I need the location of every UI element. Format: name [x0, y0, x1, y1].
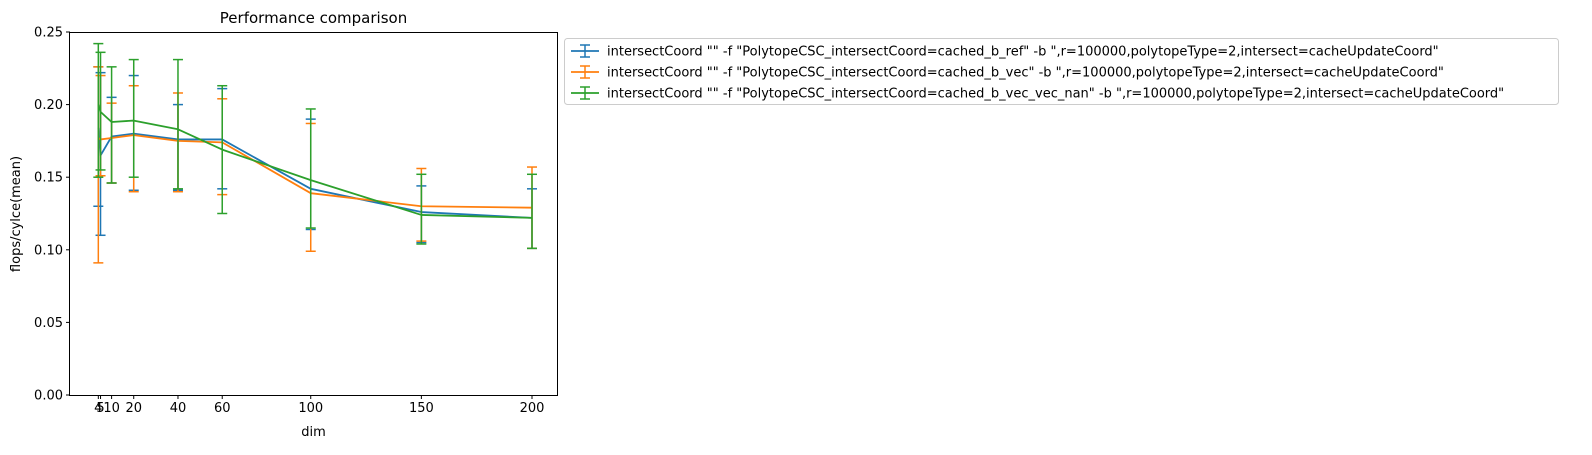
- x-tick-label: 60: [214, 401, 231, 416]
- series-1: [93, 66, 537, 250]
- y-tick-label: 0.15: [34, 171, 63, 186]
- chart-svg: Performance comparison 4510 20 40 60 100 150 2…: [9, 9, 1559, 440]
- y-tick-label: 0.00: [34, 389, 63, 404]
- x-tick-label: 150: [409, 401, 434, 416]
- series-line: [97, 127, 533, 219]
- y-tick-label: 0.05: [34, 316, 63, 331]
- y-tick-label: 0.20: [34, 98, 63, 113]
- series-line: [97, 134, 533, 209]
- x-tick-label: 100: [298, 401, 323, 416]
- axes-frame: [69, 32, 558, 396]
- series-3: [93, 42, 537, 250]
- chart-title: Performance comparison: [220, 9, 407, 27]
- y-axis: 0.00 0.05 0.10 0.15 0.20 0.25: [34, 26, 70, 404]
- x-tick-label: 40: [170, 401, 187, 416]
- legend-label: intersectCoord "" -f "PolytopeCSC_inters…: [607, 87, 1504, 102]
- legend: intersectCoord "" -f "PolytopeCSC_inters…: [564, 38, 1559, 105]
- x-tick-label: 10: [103, 401, 120, 416]
- series-line: [97, 104, 533, 219]
- legend-label: intersectCoord "" -f "PolytopeCSC_inters…: [607, 66, 1444, 81]
- plot-area: [93, 42, 537, 264]
- x-tick-label: 200: [520, 401, 545, 416]
- y-tick-label: 0.25: [34, 26, 63, 41]
- x-axis: 4510 20 40 60 100 150 200: [94, 395, 544, 416]
- x-axis-label: dim: [301, 425, 326, 440]
- y-axis-label: flops/cylce(mean): [9, 156, 24, 272]
- x-tick-label: 20: [125, 401, 142, 416]
- series-2: [93, 66, 537, 264]
- legend-label: intersectCoord "" -f "PolytopeCSC_inters…: [607, 45, 1439, 60]
- y-tick-label: 0.10: [34, 243, 63, 258]
